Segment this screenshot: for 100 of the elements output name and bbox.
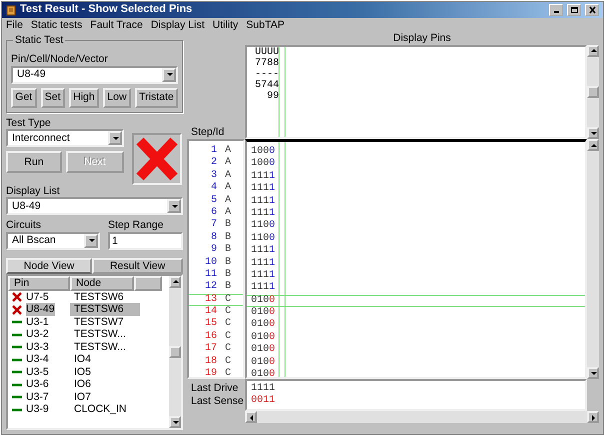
button[interactable]: High — [68, 88, 99, 108]
step-number: 9 — [210, 244, 217, 257]
button[interactable]: Set — [40, 88, 65, 108]
scrollbar[interactable] — [587, 139, 599, 379]
maximize-icon — [570, 6, 578, 14]
menu-item[interactable]: Fault Trace — [90, 18, 143, 32]
step-number: 16 — [204, 330, 217, 343]
table-cell[interactable]: U3-3 — [26, 340, 49, 354]
dropdown-arrow-icon — [88, 237, 94, 244]
table-cell[interactable]: TESTSW... — [70, 328, 140, 341]
scroll-arrow-button[interactable] — [587, 127, 599, 139]
table-cell[interactable]: TESTSW7 — [70, 316, 140, 328]
close-button[interactable] — [585, 4, 599, 16]
dropdown-button[interactable] — [162, 68, 176, 82]
button[interactable]: Tristate — [134, 88, 178, 108]
step-number: 6 — [210, 206, 217, 219]
table-cell[interactable]: CLOCK_IN — [70, 403, 140, 416]
run-button[interactable]: Run — [6, 151, 62, 174]
pin-combo-box[interactable]: U8-49 — [11, 66, 178, 84]
step-id: B — [225, 232, 232, 244]
last-value: 1111 — [251, 383, 276, 395]
scrollbar[interactable] — [587, 44, 599, 139]
pane-title: Display Pins — [392, 32, 452, 45]
menu-item[interactable]: File — [6, 18, 23, 32]
minimize-button[interactable] — [549, 4, 563, 16]
row-label: Last Drive — [190, 382, 240, 395]
table-cell[interactable]: IO7 — [70, 390, 140, 404]
table-cell[interactable]: TESTSW6 — [70, 290, 140, 304]
menu-item[interactable]: Display List — [150, 18, 204, 32]
step-number: 19 — [204, 368, 217, 380]
row-label: Last Sense — [190, 395, 245, 408]
step-id: C — [225, 318, 232, 331]
menu-item[interactable]: SubTAP — [246, 18, 284, 32]
display-list-combo-box[interactable]: U8-49 — [6, 197, 183, 216]
dropdown-button[interactable] — [84, 234, 98, 248]
table-cell[interactable]: U3-2 — [26, 328, 49, 341]
step-number: 3 — [210, 170, 217, 182]
table-cell[interactable]: IO5 — [70, 366, 140, 378]
step-id: B — [225, 256, 232, 269]
table-cell[interactable]: U3-5 — [26, 366, 49, 378]
table-cell[interactable]: U3-4 — [26, 353, 49, 366]
scroll-arrow-button[interactable] — [587, 44, 599, 57]
scroll-arrow-button[interactable] — [587, 367, 599, 379]
step-id: C — [225, 368, 232, 380]
scrollbar[interactable] — [169, 276, 181, 428]
step-id: B — [225, 281, 232, 294]
arrow-down-icon — [172, 418, 178, 426]
arrow-down-icon — [590, 370, 596, 376]
step-range-field[interactable]: 1 — [108, 232, 183, 250]
menu-item[interactable]: Static tests — [30, 18, 82, 32]
table-cell[interactable]: U3-6 — [26, 378, 49, 391]
table-cell[interactable]: TESTSW6 — [70, 303, 140, 316]
scroll-arrow-button[interactable] — [587, 411, 599, 423]
scroll-thumb[interactable] — [169, 346, 181, 358]
step-id: A — [225, 182, 232, 195]
table-cell[interactable]: U3-9 — [26, 403, 49, 416]
dropdown-button[interactable] — [108, 131, 122, 146]
circuits-combo-box[interactable]: All Bscan — [6, 232, 100, 250]
table-cell[interactable]: IO6 — [70, 378, 140, 391]
scroll-arrow-button[interactable] — [587, 139, 599, 151]
arrow-left-icon — [248, 414, 254, 420]
step-value: 1111 — [251, 196, 276, 208]
step-value: 0100 — [251, 307, 276, 319]
table-cell[interactable]: U8-49 — [26, 303, 55, 316]
step-id: B — [225, 244, 232, 257]
last-value: 0011 — [251, 395, 276, 407]
scrollbar[interactable] — [245, 411, 599, 423]
scroll-arrow-button[interactable] — [169, 276, 181, 288]
table-cell[interactable]: U3-7 — [26, 390, 49, 404]
field-label: Step Range — [108, 219, 164, 232]
step-id: C — [225, 306, 232, 318]
table-cell[interactable]: TESTSW... — [70, 340, 140, 354]
column-header[interactable]: Pin — [8, 276, 70, 291]
step-value: 1111 — [251, 245, 276, 258]
scroll-thumb[interactable] — [587, 86, 599, 98]
step-value: 0100 — [251, 369, 276, 377]
step-value: 0100 — [251, 356, 276, 369]
tab[interactable]: Node View — [6, 258, 92, 274]
button[interactable]: Low — [103, 88, 131, 108]
column-header[interactable]: Node — [70, 276, 134, 291]
menu-item[interactable]: Utility — [212, 18, 238, 32]
step-value: 0100 — [251, 332, 276, 344]
button[interactable]: Get — [11, 88, 36, 108]
maximize-button[interactable] — [567, 4, 581, 16]
field-label: Pin/Cell/Node/Vector — [11, 53, 109, 66]
test-type-combo-box[interactable]: Interconnect — [6, 129, 124, 148]
scroll-arrow-button[interactable] — [245, 411, 257, 423]
arrow-up-icon — [172, 278, 178, 286]
pin-name-line: 99 — [266, 90, 280, 102]
step-number: 8 — [210, 232, 217, 244]
scroll-arrow-button[interactable] — [169, 416, 181, 428]
table-cell[interactable]: U3-1 — [26, 316, 49, 328]
tab[interactable]: Result View — [92, 258, 183, 274]
table-cell[interactable]: IO4 — [70, 353, 140, 366]
field-label: Circuits — [6, 219, 42, 232]
dropdown-button[interactable] — [167, 199, 181, 214]
step-number: 10 — [204, 256, 217, 269]
step-id: A — [225, 157, 232, 170]
step-value: 1100 — [251, 220, 276, 233]
table-cell[interactable]: U7-5 — [26, 290, 49, 304]
